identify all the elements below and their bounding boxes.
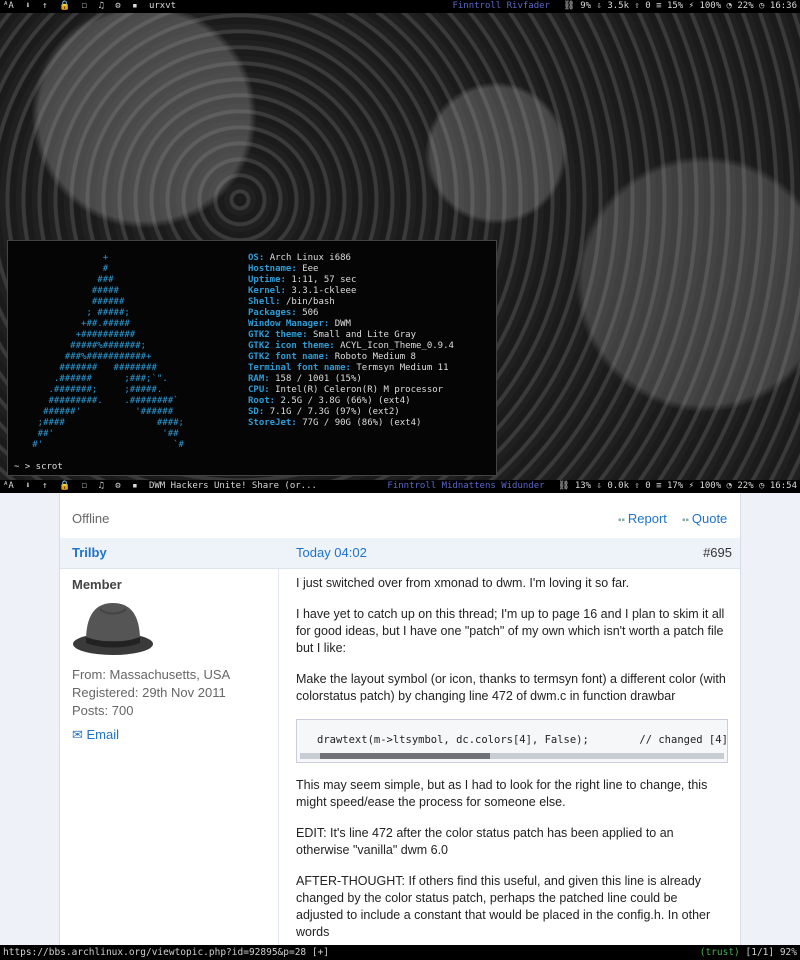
tag-5[interactable]: ☐	[82, 481, 87, 491]
post-actions-row: Offline ▪▪ Report ▪▪ Quote	[60, 493, 740, 539]
info-row: RAM: 158 / 1001 (15%)	[248, 374, 362, 384]
code-scrollbar[interactable]	[300, 753, 724, 759]
system-status: ⛓ 9% ⇩ 3.5k ⇧ 0 ≡ 15% ⚡ 100% ◔ 22% ◷ 16:…	[563, 1, 797, 11]
now-playing: Finntroll Rivfader	[452, 1, 550, 11]
grid-icon: ▪▪	[618, 515, 628, 526]
post-time[interactable]: Today 04:02	[296, 545, 367, 560]
system-info: OS: Arch Linux i686 Hostname: Eee Uptime…	[248, 253, 454, 429]
post-paragraph: EDIT: It's line 472 after the color stat…	[296, 826, 674, 857]
browser-status-line: https://bbs.archlinux.org/viewtopic.php?…	[0, 945, 800, 960]
post-paragraph: I just switched over from xmonad to dwm.…	[296, 576, 630, 590]
info-row: Hostname: Eee	[248, 264, 319, 274]
info-row: Root: 2.5G / 3.8G (66%) (ext4)	[248, 396, 411, 406]
code-line: drawtext(m->ltsymbol, dc.colors[4], Fals…	[317, 734, 728, 746]
info-row: GTK2 icon theme: ACYL_Icon_Theme_0.9.4	[248, 341, 454, 351]
user-registered: Registered: 29th Nov 2011	[72, 685, 226, 700]
info-row: Uptime: 1:11, 57 sec	[248, 275, 357, 285]
info-row: Terminal font name: Termsyn Medium 11	[248, 363, 449, 373]
author-name[interactable]: Trilby	[72, 545, 107, 560]
layout-symbol[interactable]: ▪	[132, 481, 137, 491]
scrollbar-thumb[interactable]	[320, 753, 490, 759]
info-row: Kernel: 3.3.1-ckleee	[248, 286, 357, 296]
author-info: Member From: Massachusetts, USA Register…	[60, 569, 279, 945]
online-status: Offline	[72, 511, 110, 526]
shell-prompt[interactable]: ~ > scrot	[14, 462, 63, 473]
terminal-window[interactable]: + # ### ##### ###### ; #####; +##.##### …	[7, 240, 497, 476]
tag-4[interactable]: 🔒	[59, 1, 70, 11]
user-rank: Member	[72, 577, 122, 592]
post-paragraph: Make the layout symbol (or icon, thanks …	[296, 672, 726, 703]
info-row: CPU: Intel(R) Celeron(R) M processor	[248, 385, 444, 395]
scroll-position: [1/1] 92%	[745, 947, 797, 958]
post-paragraph: This may seem simple, but as I had to lo…	[296, 778, 708, 809]
tag-list[interactable]: ᴬA ⬇ ↑ 🔒 ☐ ♫ ⚙ ▪ DWM Hackers Unite! Shar…	[3, 480, 317, 493]
browser-page: Offline ▪▪ Report ▪▪ Quote Trilby Today …	[0, 493, 800, 945]
avatar	[73, 603, 153, 655]
tag-3[interactable]: ↑	[42, 481, 47, 491]
tag-1[interactable]: ᴬA	[3, 481, 14, 491]
trust-indicator: (trust)	[699, 947, 740, 958]
user-post-count: Posts: 700	[72, 703, 134, 718]
quote-link[interactable]: ▪▪ Quote	[682, 511, 727, 526]
info-row: GTK2 font name: Roboto Medium 8	[248, 352, 416, 362]
tag-6[interactable]: ♫	[98, 481, 103, 491]
info-row: GTK2 theme: Small and Lite Gray	[248, 330, 416, 340]
post-paragraph: I have yet to catch up on this thread; I…	[296, 607, 725, 655]
info-row: OS: Arch Linux i686	[248, 253, 351, 263]
tag-3[interactable]: ↑	[42, 1, 47, 11]
info-row: SD: 7.1G / 7.3G (97%) (ext2)	[248, 407, 400, 417]
report-link[interactable]: ▪▪ Report	[618, 511, 667, 526]
tag-6[interactable]: ♫	[98, 1, 103, 11]
post-paragraph: AFTER-THOUGHT: If others find this usefu…	[296, 874, 711, 939]
tag-1[interactable]: ᴬA	[3, 1, 14, 11]
system-status: ⛓ 13% ⇩ 0.0k ⇧ 0 ≡ 17% ⚡ 100% ◔ 22% ◷ 16…	[557, 481, 797, 491]
info-row: Window Manager: DWM	[248, 319, 351, 329]
info-row: StoreJet: 77G / 90G (86%) (ext4)	[248, 418, 422, 428]
tag-7[interactable]: ⚙	[115, 1, 120, 11]
second-status-bar: ᴬA ⬇ ↑ 🔒 ☐ ♫ ⚙ ▪ DWM Hackers Unite! Shar…	[0, 480, 800, 493]
post-body: I just switched over from xmonad to dwm.…	[296, 575, 728, 945]
tag-2[interactable]: ⬇	[25, 481, 30, 491]
info-row: Shell: /bin/bash	[248, 297, 335, 307]
url-display[interactable]: https://bbs.archlinux.org/viewtopic.php?…	[3, 945, 329, 960]
info-row: Packages: 506	[248, 308, 319, 318]
top-status-bar: ᴬA ⬇ ↑ 🔒 ☐ ♫ ⚙ ▪ urxvt Finntroll Rivfade…	[0, 0, 800, 13]
user-location: From: Massachusetts, USA	[72, 667, 231, 682]
tag-7[interactable]: ⚙	[115, 481, 120, 491]
tag-list[interactable]: ᴬA ⬇ ↑ 🔒 ☐ ♫ ⚙ ▪ urxvt	[3, 0, 176, 13]
window-title: DWM Hackers Unite! Share (or...	[148, 481, 317, 491]
tag-2[interactable]: ⬇	[25, 1, 30, 11]
email-link[interactable]: ✉ Email	[72, 727, 119, 743]
code-block[interactable]: drawtext(m->ltsymbol, dc.colors[4], Fals…	[296, 719, 728, 763]
arch-logo-ascii: + # ### ##### ###### ; #####; +##.##### …	[32, 253, 184, 450]
tag-4[interactable]: 🔒	[59, 481, 70, 491]
grid-icon: ▪▪	[682, 515, 692, 526]
envelope-icon: ✉	[72, 727, 87, 742]
post-header: Trilby Today 04:02 #695	[60, 538, 740, 569]
window-title: urxvt	[148, 1, 177, 11]
post-number[interactable]: #695	[703, 545, 732, 560]
forum-post: Offline ▪▪ Report ▪▪ Quote Trilby Today …	[59, 493, 741, 945]
now-playing: Finntroll Midnattens Widunder	[387, 481, 545, 491]
layout-symbol[interactable]: ▪	[132, 1, 137, 11]
tag-5[interactable]: ☐	[82, 1, 87, 11]
